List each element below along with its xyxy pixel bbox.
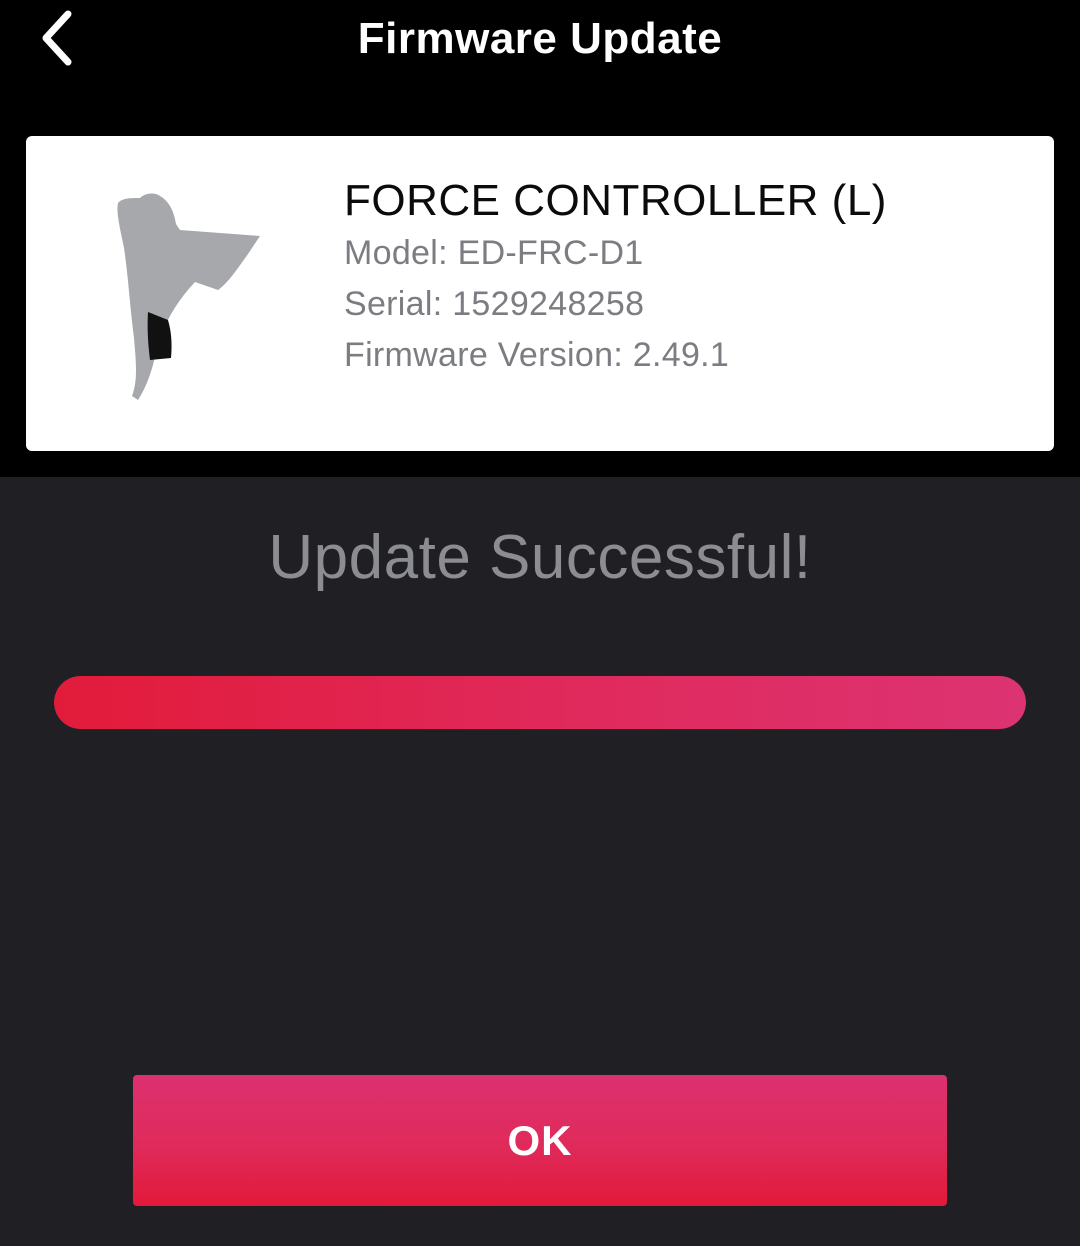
device-info: FORCE CONTROLLER (L) Model: ED-FRC-D1 Se…	[344, 174, 887, 381]
header-area: Firmware Update FORCE CONTROLLER (L) Mod…	[0, 0, 1080, 477]
device-model: Model: ED-FRC-D1	[344, 234, 644, 272]
page-title: Firmware Update	[357, 14, 723, 63]
device-serial: Serial: 1529248258	[344, 285, 645, 323]
progress-bar	[54, 676, 1026, 729]
device-firmware-version: Firmware Version: 2.49.1	[344, 336, 730, 374]
ok-button[interactable]: OK	[133, 1075, 947, 1206]
status-message: Update Successful!	[268, 523, 812, 592]
brake-lever-icon	[117, 193, 261, 400]
device-card: FORCE CONTROLLER (L) Model: ED-FRC-D1 Se…	[26, 136, 1054, 451]
progress-bar-fill	[54, 676, 1026, 729]
device-name: FORCE CONTROLLER (L)	[344, 176, 887, 225]
firmware-update-screen: Firmware Update FORCE CONTROLLER (L) Mod…	[0, 0, 1080, 1246]
